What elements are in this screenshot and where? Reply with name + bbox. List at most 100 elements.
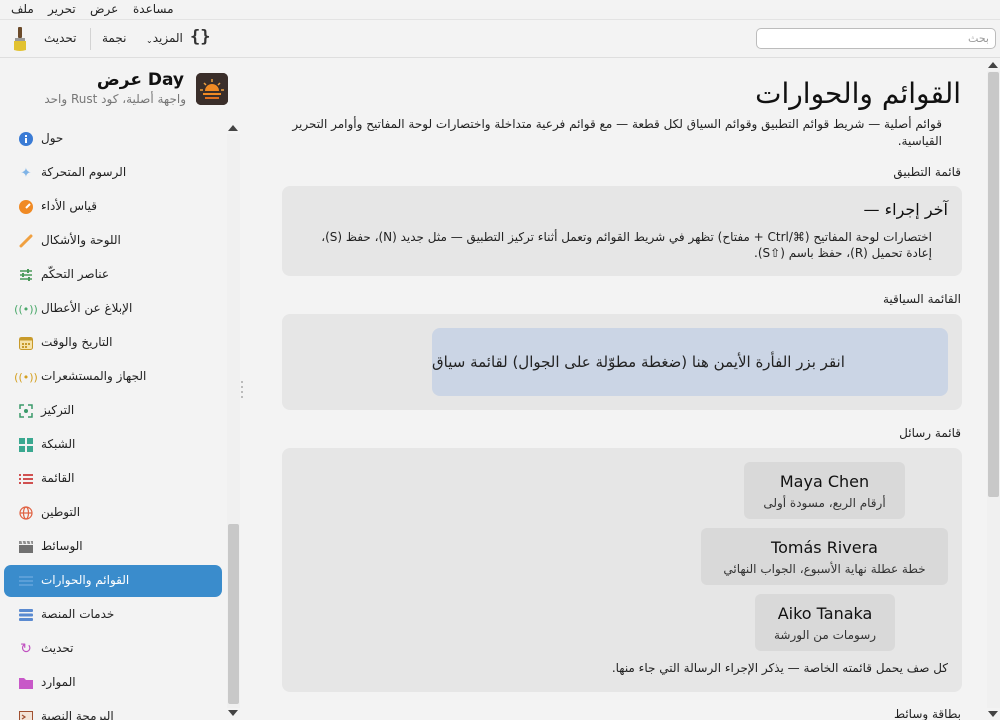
globe-icon [18, 505, 34, 521]
brush-icon[interactable] [10, 26, 30, 52]
focus-icon [18, 403, 34, 419]
sidebar-item-label: الرسوم المتحركة [41, 165, 127, 179]
main-content: القوائم والحوارات قوائم أصلية — شريط قوا… [243, 59, 987, 720]
scroll-up-arrow-icon[interactable] [228, 125, 238, 131]
scroll-down-arrow-icon[interactable] [228, 710, 238, 716]
terminal-icon [18, 709, 34, 720]
search-input[interactable] [756, 28, 996, 49]
sidebar-item-controls[interactable]: عناصر التحكّم [4, 259, 222, 291]
sunset-icon [196, 73, 228, 105]
layers-icon [18, 607, 34, 623]
refresh-icon: ↻ [20, 641, 32, 657]
sidebar-item-media[interactable]: الوسائط [4, 531, 222, 563]
sidebar-item-date-time[interactable]: التاريخ والوقت [4, 327, 222, 359]
sidebar-item-label: حول [41, 131, 64, 145]
sidebar-item-focus[interactable]: التركيز [4, 395, 222, 427]
sidebar-scrollbar[interactable] [227, 122, 240, 720]
scroll-up-arrow-icon[interactable] [988, 62, 998, 68]
page-title: القوائم والحوارات [755, 77, 961, 110]
message-subject: أرقام الربع، مسودة أولى [763, 496, 886, 510]
info-icon [18, 131, 34, 147]
section-label-message-menu: قائمة رسائل [899, 426, 961, 440]
sidebar-item-device-sensors[interactable]: ((•)) الجهاز والمستشعرات [4, 361, 222, 393]
sidebar-item-scripting[interactable]: البرمجة النصية [4, 701, 222, 720]
menu-help[interactable]: مساعدة [133, 2, 174, 16]
sidebar-item-label: القوائم والحوارات [41, 573, 130, 587]
sidebar-item-label: اللوحة والأشكال [41, 233, 121, 247]
scroll-down-arrow-icon[interactable] [988, 711, 998, 717]
more-dropdown[interactable]: المزيد⌄ [146, 31, 183, 45]
sidebar-item-label: عناصر التحكّم [41, 267, 110, 281]
menubar: ملف تحرير عرض مساعدة [0, 0, 1000, 20]
context-menu-card: انقر بزر الفأرة الأيمن هنا (ضغطة مطوّلة … [282, 314, 962, 410]
sensor-icon: ((•)) [14, 370, 38, 384]
sidebar-item-localization[interactable]: التوطين [4, 497, 222, 529]
sliders-icon [18, 267, 34, 283]
sidebar-item-performance[interactable]: قياس الأداء [4, 191, 222, 223]
sidebar-item-crash-reporting[interactable]: ((•)) الإبلاغ عن الأعطال [4, 293, 222, 325]
sidebar-item-label: البرمجة النصية [41, 709, 114, 720]
sidebar-item-label: القائمة [41, 471, 75, 485]
menu-icon [18, 573, 34, 589]
shortcuts-description: اختصارات لوحة المفاتيح (⌘/Ctrl + مفتاح) … [321, 230, 932, 260]
sidebar-item-label: قياس الأداء [41, 199, 97, 213]
sidebar-item-label: التوطين [41, 505, 81, 519]
clapper-icon [18, 539, 34, 555]
message-row[interactable]: Tomás Rivera خطة عطلة نهاية الأسبوع، الج… [701, 528, 948, 585]
message-sender: Tomás Rivera [771, 538, 878, 557]
section-label-app-menu: قائمة التطبيق [893, 165, 961, 179]
sidebar-item-label: الشبكة [41, 437, 76, 451]
sidebar-item-grid[interactable]: الشبكة [4, 429, 222, 461]
sidebar-item-list[interactable]: القائمة [4, 463, 222, 495]
scrollbar-thumb[interactable] [228, 524, 239, 704]
menu-file[interactable]: ملف [11, 2, 34, 16]
sidebar-item-update[interactable]: ↻ تحديث [4, 633, 222, 665]
broadcast-icon: ((•)) [14, 302, 38, 316]
sidebar-item-label: الإبلاغ عن الأعطال [41, 301, 133, 315]
app-menu-card: آخر إجراء — اختصارات لوحة المفاتيح (⌘/Ct… [282, 186, 962, 276]
sidebar-item-resources[interactable]: الموارد [4, 667, 222, 699]
sidebar-item-label: التركيز [41, 403, 75, 417]
list-icon [18, 471, 34, 487]
context-menu-target[interactable]: انقر بزر الفأرة الأيمن هنا (ضغطة مطوّلة … [432, 328, 948, 396]
message-subject: رسومات من الورشة [773, 628, 877, 642]
star-button[interactable]: نجمة [102, 31, 126, 45]
message-menu-card: Maya Chen أرقام الربع، مسودة أولى Tomás … [282, 448, 962, 692]
folder-icon [18, 675, 34, 691]
last-action-label: آخر إجراء — [863, 200, 948, 219]
message-subject: خطة عطلة نهاية الأسبوع، الجواب النهائي [723, 562, 926, 576]
sidebar-item-label: الموارد [41, 675, 76, 689]
message-row[interactable]: Aiko Tanaka رسومات من الورشة [755, 594, 895, 651]
scrollbar-thumb[interactable] [988, 72, 999, 497]
message-sender: Aiko Tanaka [777, 604, 873, 623]
sidebar-item-platform-services[interactable]: خدمات المنصة [4, 599, 222, 631]
menu-edit[interactable]: تحرير [48, 2, 76, 16]
sidebar-item-animations[interactable]: ✦ الرسوم المتحركة [4, 157, 222, 189]
calendar-icon [18, 335, 34, 351]
message-sender: Maya Chen [779, 472, 870, 491]
app-subtitle: واجهة أصلية، كود Rust واحد [44, 92, 186, 106]
chevron-down-icon: ⌄ [146, 36, 153, 45]
toolbar-separator [90, 28, 91, 50]
app-title: عرض Day [96, 70, 184, 90]
more-label: المزيد [152, 31, 183, 45]
sidebar-item-menus-dialogs[interactable]: القوائم والحوارات [4, 565, 222, 597]
sidebar-item-about[interactable]: حول [4, 123, 222, 155]
section-label-context-menu: القائمة السياقية [882, 292, 961, 306]
sidebar-item-canvas[interactable]: اللوحة والأشكال [4, 225, 222, 257]
grid-icon [18, 437, 34, 453]
section-label-media-card: بطاقة وسائط [893, 707, 961, 720]
app-logo [196, 73, 228, 105]
page-description: قوائم أصلية — شريط قوائم التطبيق وقوائم … [292, 117, 942, 148]
brush-icon [18, 233, 34, 249]
gauge-icon [18, 199, 34, 215]
sidebar-item-label: الوسائط [41, 539, 83, 553]
message-row[interactable]: Maya Chen أرقام الربع، مسودة أولى [744, 462, 905, 519]
menu-view[interactable]: عرض [90, 2, 118, 16]
sidebar-item-label: الجهاز والمستشعرات [41, 369, 147, 383]
braces-button[interactable]: {} [190, 27, 210, 47]
sidebar: عرض Day واجهة أصلية، كود Rust واحد حول ✦… [0, 59, 242, 720]
sparkle-icon: ✦ [20, 165, 32, 181]
main-scrollbar[interactable] [987, 59, 1000, 720]
refresh-button[interactable]: تحديث [44, 31, 77, 45]
